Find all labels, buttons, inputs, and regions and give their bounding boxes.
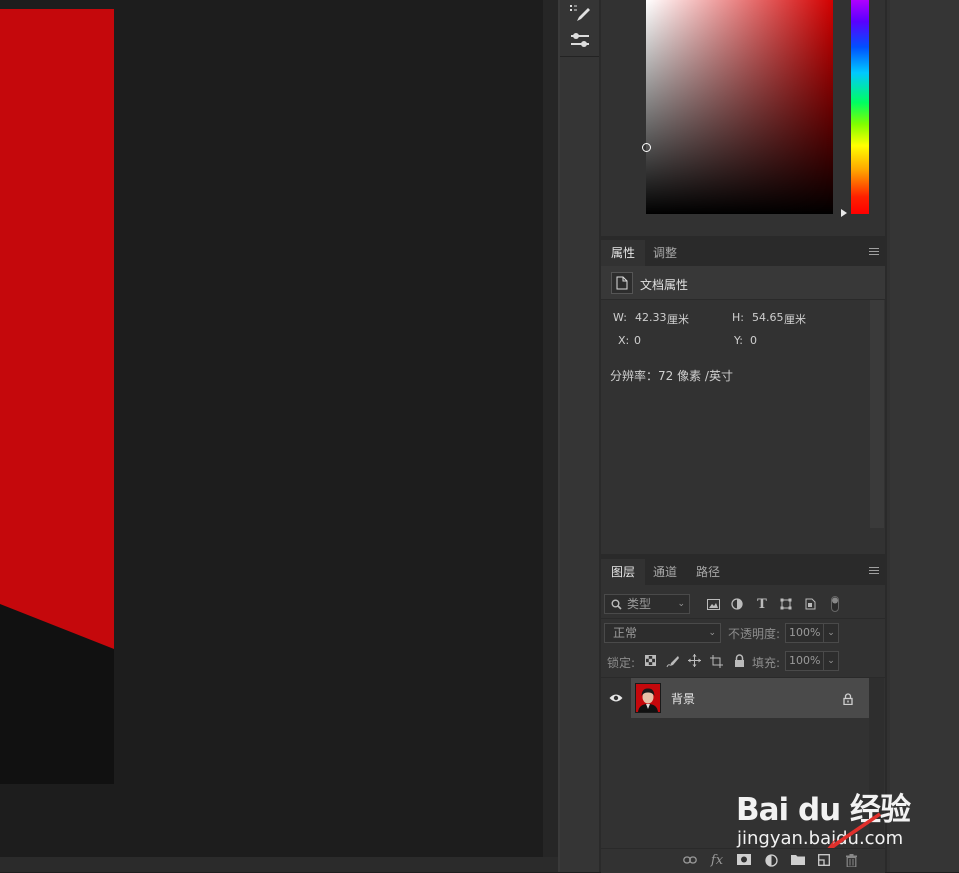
- adjustments-sliders-icon[interactable]: [560, 26, 599, 54]
- tab-adjustments[interactable]: 调整: [643, 240, 687, 266]
- lock-transparent-icon[interactable]: [644, 654, 657, 667]
- tab-paths[interactable]: 路径: [686, 559, 730, 585]
- link-icon[interactable]: [682, 854, 698, 866]
- properties-panel-header: 属性 调整: [601, 240, 885, 266]
- tab-channels[interactable]: 通道: [643, 559, 687, 585]
- fill-label: 填充:: [752, 656, 781, 670]
- panel-menu-icon[interactable]: [869, 567, 879, 576]
- opacity-label: 不透明度:: [728, 627, 781, 641]
- fx-icon[interactable]: fx: [709, 852, 725, 868]
- properties-scrollbar[interactable]: [870, 300, 884, 528]
- x-value[interactable]: 0: [634, 334, 641, 347]
- hue-slider[interactable]: [851, 0, 869, 214]
- filter-pixel-icon[interactable]: [706, 597, 720, 611]
- properties-panel-body: [601, 266, 885, 554]
- layer-filter-value: 类型: [627, 597, 652, 611]
- image-dark-region: [0, 604, 114, 784]
- chevron-down-icon: ⌄: [677, 599, 685, 609]
- width-label: W:: [613, 311, 627, 324]
- color-saturation-field[interactable]: [646, 0, 833, 214]
- lock-all-icon[interactable]: [732, 653, 746, 667]
- resolution-text: 分辨率：72 像素 /英寸: [610, 369, 733, 383]
- fill-value: 100%: [789, 654, 821, 667]
- right-edge-panel: [890, 0, 959, 872]
- mask-icon[interactable]: [736, 853, 751, 866]
- tool-separator: [560, 56, 599, 57]
- chevron-down-icon: ⌄: [708, 628, 716, 638]
- width-value[interactable]: 42.33: [635, 311, 667, 324]
- chevron-down-icon: ⌄: [823, 624, 838, 642]
- layer-filter-dropdown[interactable]: 类型 ⌄: [604, 594, 690, 614]
- opacity-value: 100%: [789, 626, 821, 639]
- height-unit: 厘米: [784, 313, 806, 326]
- height-label: H:: [732, 311, 744, 324]
- document-image[interactable]: [0, 9, 114, 784]
- eye-icon[interactable]: [608, 692, 624, 704]
- filter-shape-icon[interactable]: [779, 597, 793, 611]
- tab-layers[interactable]: 图层: [601, 559, 646, 585]
- blend-mode-dropdown[interactable]: 正常 ⌄: [604, 623, 721, 643]
- filter-smart-object-icon[interactable]: [803, 597, 817, 611]
- hue-slider-marker[interactable]: [841, 209, 847, 217]
- brush-presets-icon[interactable]: [560, 0, 599, 28]
- filter-type-icon[interactable]: T: [755, 597, 769, 612]
- layer-lock-icon: [842, 692, 854, 705]
- properties-section-title: 文档属性: [640, 278, 689, 292]
- color-picker-cursor[interactable]: [642, 143, 651, 152]
- opacity-field[interactable]: 100% ⌄: [785, 623, 839, 643]
- fill-field[interactable]: 100% ⌄: [785, 651, 839, 671]
- y-value[interactable]: 0: [750, 334, 757, 347]
- tab-properties[interactable]: 属性: [601, 240, 646, 266]
- folder-icon[interactable]: [790, 853, 806, 866]
- adjustment-layer-icon[interactable]: [764, 853, 779, 868]
- panel-menu-icon[interactable]: [869, 248, 879, 257]
- y-label: Y:: [734, 334, 743, 347]
- lock-label: 锁定:: [607, 656, 636, 670]
- lock-position-icon[interactable]: [687, 653, 702, 668]
- search-icon: [611, 599, 622, 610]
- trash-icon[interactable]: [844, 853, 858, 867]
- blend-mode-value: 正常: [613, 626, 638, 640]
- horizontal-scrollbar[interactable]: [0, 857, 558, 872]
- layers-panel-header: 图层 通道 路径: [601, 559, 885, 585]
- x-label: X:: [618, 334, 630, 347]
- document-icon: [611, 272, 633, 294]
- vertical-scrollbar[interactable]: [543, 0, 558, 857]
- width-unit: 厘米: [667, 313, 689, 326]
- lock-pixels-icon[interactable]: [665, 654, 679, 668]
- filter-adjustment-icon[interactable]: [730, 597, 744, 611]
- lock-artboard-icon[interactable]: [709, 654, 724, 668]
- panel-icon-strip: [560, 0, 599, 872]
- layer-thumbnail[interactable]: [635, 683, 661, 713]
- filter-toggle-icon[interactable]: [829, 595, 841, 613]
- new-layer-icon[interactable]: [817, 853, 831, 867]
- layer-name[interactable]: 背景: [671, 690, 695, 707]
- chevron-down-icon: ⌄: [823, 652, 838, 670]
- height-value[interactable]: 54.65: [752, 311, 784, 324]
